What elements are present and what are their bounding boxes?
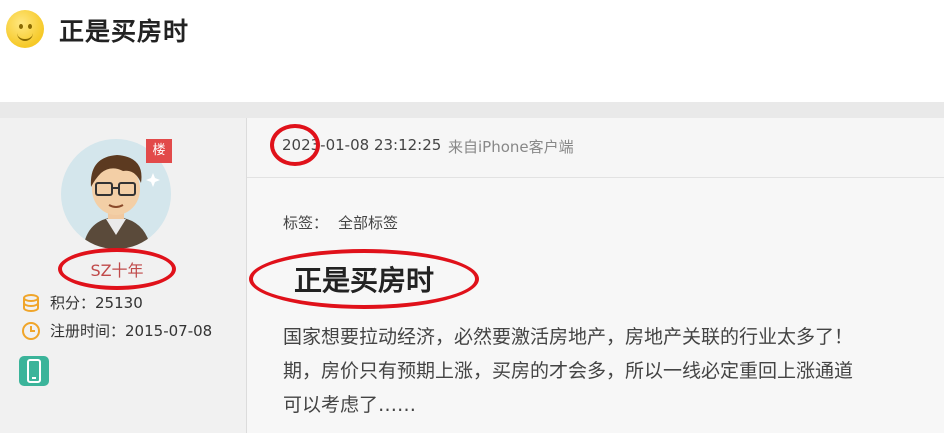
post-source: 来自iPhone客户端 — [448, 138, 574, 156]
floor-badge: 楼 — [146, 139, 172, 163]
annotation-circle — [270, 124, 320, 166]
header-divider — [0, 102, 944, 118]
coins-icon — [23, 293, 39, 312]
register-label: 注册时间： — [50, 322, 126, 340]
clock-icon — [22, 321, 40, 340]
register-value: 2015-07-08 — [125, 321, 213, 340]
page-title: 正是买房时 — [59, 17, 190, 46]
post-content-line: 可以考虑了…… — [283, 394, 417, 416]
points-row: 积分： 25130 — [21, 292, 143, 313]
post-title: 正是买房时 — [249, 249, 479, 309]
page-header: 正是买房时 — [0, 0, 944, 102]
post-content: 国家想要拉动经济，必然要激活房地产，房地产关联的行业太多了！ 期，房价只有预期上… — [283, 320, 944, 422]
points-label: 积分： — [50, 294, 96, 312]
post-content-line: 国家想要拉动经济，必然要激活房地产，房地产关联的行业太多了！ — [283, 326, 854, 348]
tags-link-all[interactable]: 全部标签 — [338, 214, 398, 232]
register-row: 注册时间： 2015-07-08 — [21, 320, 212, 341]
post-content-line: 期，房价只有预期上涨，买房的才会多，所以一线必定重回上涨通道 — [283, 360, 854, 382]
smiley-icon — [6, 10, 44, 48]
post-tags: 标签： 全部标签 — [283, 212, 408, 233]
points-value: 25130 — [95, 293, 143, 312]
username-link[interactable]: SZ十年 — [58, 248, 176, 290]
mobile-phone-icon[interactable] — [19, 356, 49, 386]
tags-label: 标签： — [283, 214, 329, 232]
